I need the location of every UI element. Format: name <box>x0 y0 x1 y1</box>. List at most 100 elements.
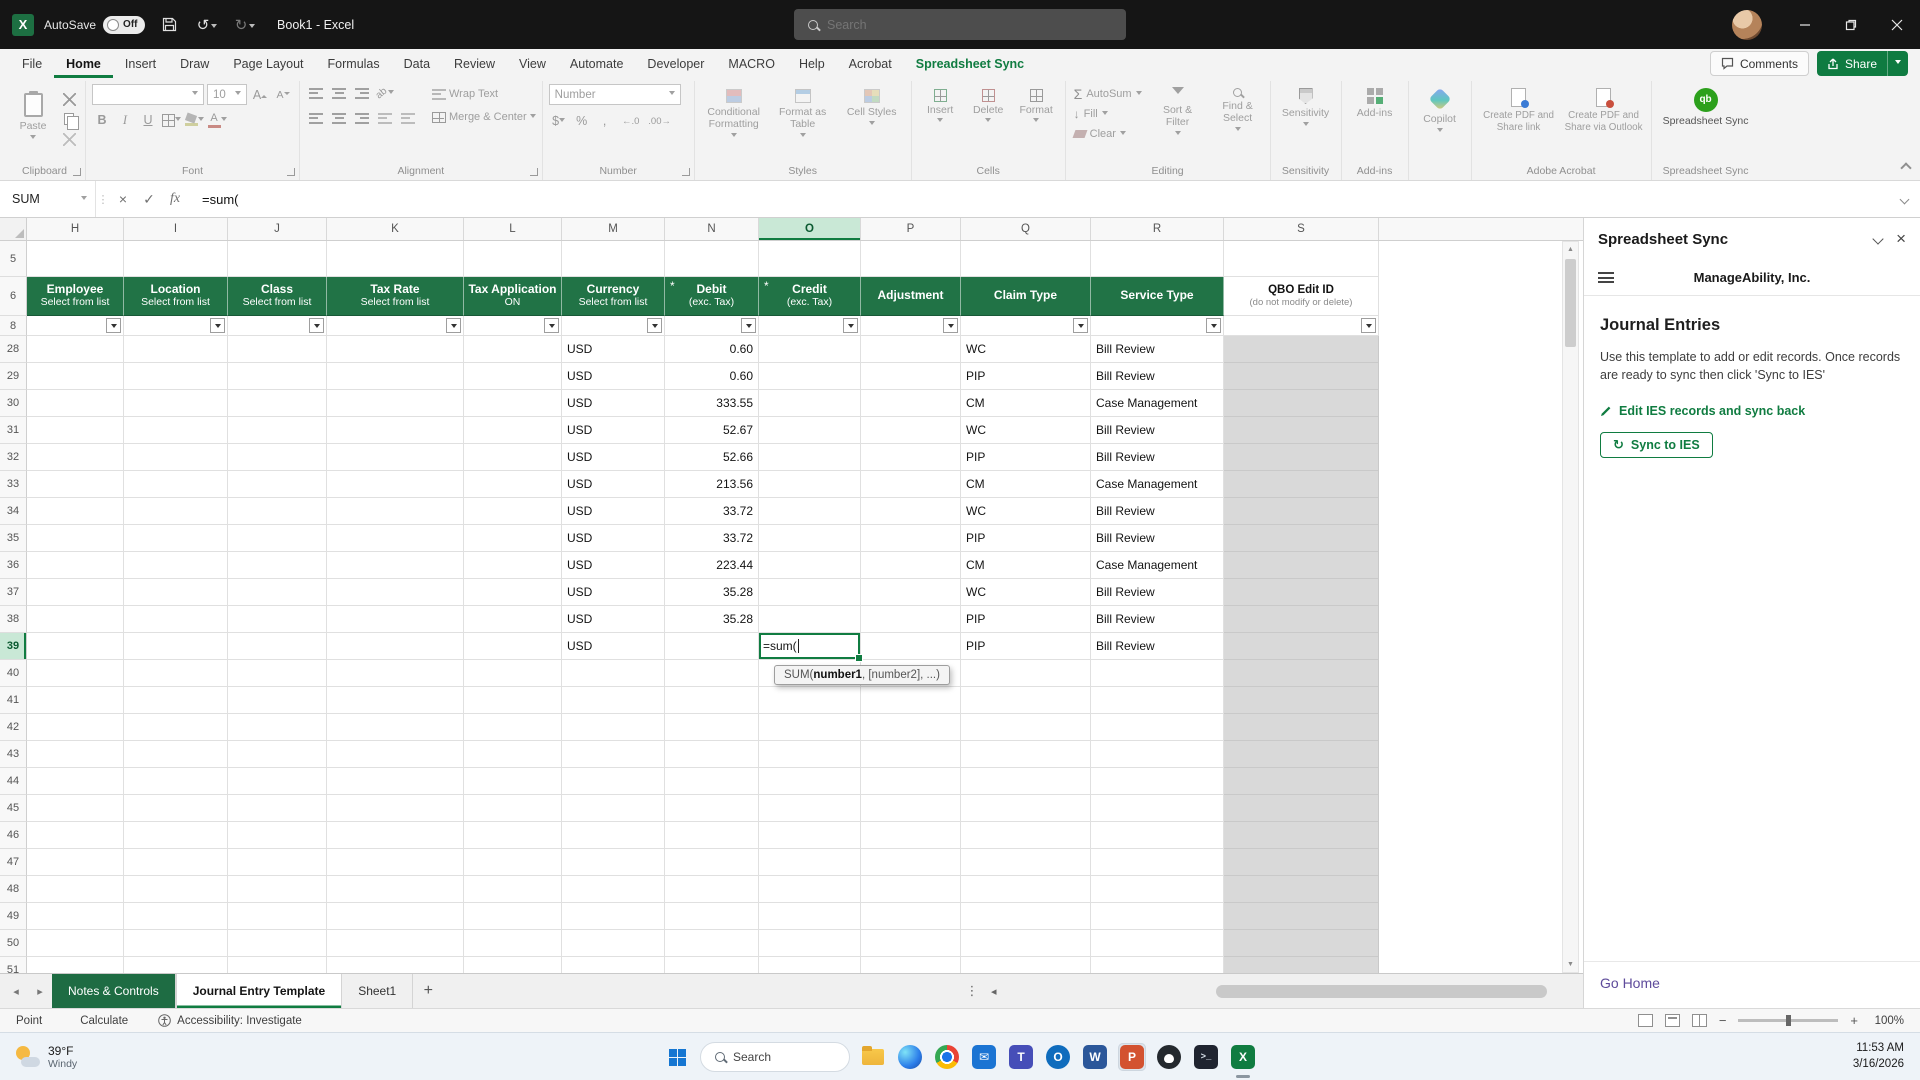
paste-button[interactable]: Paste <box>10 89 56 143</box>
cell-P34[interactable] <box>861 498 961 525</box>
cell-L50[interactable] <box>464 930 562 957</box>
delete-cells-button[interactable]: Delete <box>966 84 1011 125</box>
cancel-entry-button[interactable]: × <box>110 181 136 217</box>
weather-widget[interactable]: 39°F Windy <box>14 1044 77 1070</box>
filter-dropdown-L[interactable] <box>544 318 559 333</box>
cell-S32[interactable] <box>1224 444 1379 471</box>
column-header-O[interactable]: O <box>759 218 861 240</box>
dialog-launcher-icon[interactable] <box>73 168 81 176</box>
column-header-J[interactable]: J <box>228 218 327 240</box>
cell-L42[interactable] <box>464 714 562 741</box>
cell-R48[interactable] <box>1091 876 1224 903</box>
cell-O5[interactable] <box>759 241 861 277</box>
row-header-51[interactable]: 51 <box>0 957 27 973</box>
cell-O35[interactable] <box>759 525 861 552</box>
cell-Q28[interactable]: WC <box>961 336 1091 363</box>
start-button[interactable] <box>663 1043 691 1071</box>
page-layout-view-button[interactable] <box>1664 1014 1680 1027</box>
cell-R33[interactable]: Case Management <box>1091 471 1224 498</box>
close-pane-icon[interactable]: × <box>1896 229 1906 249</box>
sort-filter-button[interactable]: Sort & Filter <box>1152 84 1204 144</box>
filter-dropdown-K[interactable] <box>446 318 461 333</box>
cell-N48[interactable] <box>665 876 759 903</box>
template-header-J[interactable]: Class Select from list <box>228 277 327 316</box>
cell-H49[interactable] <box>27 903 124 930</box>
italic-button[interactable]: I <box>115 111 135 129</box>
ribbon-tab-help[interactable]: Help <box>787 52 837 78</box>
row-header-49[interactable]: 49 <box>0 903 27 930</box>
cell-I28[interactable] <box>124 336 228 363</box>
cell-S51[interactable] <box>1224 957 1379 973</box>
column-header-H[interactable]: H <box>27 218 124 240</box>
cell-Q30[interactable]: CM <box>961 390 1091 417</box>
clock[interactable]: 11:53 AM 3/16/2026 <box>1853 1041 1904 1072</box>
column-header-N[interactable]: N <box>665 218 759 240</box>
cell-N49[interactable] <box>665 903 759 930</box>
autosave-toggle[interactable]: AutoSave Off <box>44 15 146 34</box>
ribbon-tab-draw[interactable]: Draw <box>168 52 221 78</box>
cell-M47[interactable] <box>562 849 665 876</box>
cell-S28[interactable] <box>1224 336 1379 363</box>
column-header-K[interactable]: K <box>327 218 464 240</box>
cell-J37[interactable] <box>228 579 327 606</box>
row-header-37[interactable]: 37 <box>0 579 27 606</box>
filter-dropdown-M[interactable] <box>647 318 662 333</box>
cell-J39[interactable] <box>228 633 327 660</box>
cell-S45[interactable] <box>1224 795 1379 822</box>
formula-bar-handle[interactable]: ⋮ <box>96 181 110 217</box>
cell-H29[interactable] <box>27 363 124 390</box>
copy-button[interactable] <box>59 110 79 130</box>
grow-font-button[interactable]: A <box>250 86 270 104</box>
cell-N28[interactable]: 0.60 <box>665 336 759 363</box>
create-pdf-share-outlook-button[interactable]: Create PDF and Share via Outlook <box>1563 84 1645 134</box>
filter-dropdown-N[interactable] <box>741 318 756 333</box>
cell-L43[interactable] <box>464 741 562 768</box>
cell-H41[interactable] <box>27 687 124 714</box>
cell-M45[interactable] <box>562 795 665 822</box>
mail-icon[interactable]: ✉ <box>970 1043 998 1071</box>
filter-dropdown-O[interactable] <box>843 318 858 333</box>
powerpoint-icon[interactable]: P <box>1118 1043 1146 1071</box>
cell-R32[interactable]: Bill Review <box>1091 444 1224 471</box>
cell-H40[interactable] <box>27 660 124 687</box>
template-header-H[interactable]: Employee Select from list <box>27 277 124 316</box>
github-icon[interactable] <box>1155 1043 1183 1071</box>
sheet-nav-right-icon[interactable]: ▸ <box>28 974 52 1008</box>
autosave-switch[interactable]: Off <box>103 15 146 34</box>
cell-J38[interactable] <box>228 606 327 633</box>
cell-I40[interactable] <box>124 660 228 687</box>
increase-decimal-button[interactable]: ←.0 <box>618 112 644 130</box>
cell-H31[interactable] <box>27 417 124 444</box>
cell-K30[interactable] <box>327 390 464 417</box>
cell-P29[interactable] <box>861 363 961 390</box>
ribbon-tab-data[interactable]: Data <box>392 52 442 78</box>
cell-O36[interactable] <box>759 552 861 579</box>
format-painter-button[interactable] <box>59 130 79 148</box>
cell-L35[interactable] <box>464 525 562 552</box>
cell-Q32[interactable]: PIP <box>961 444 1091 471</box>
ribbon-tab-file[interactable]: File <box>10 52 54 78</box>
cell-R41[interactable] <box>1091 687 1224 714</box>
cell-K32[interactable] <box>327 444 464 471</box>
cell-L28[interactable] <box>464 336 562 363</box>
cell-O29[interactable] <box>759 363 861 390</box>
sheet-tab-notes-controls[interactable]: Notes & Controls <box>52 974 176 1008</box>
align-right-button[interactable] <box>352 109 372 127</box>
cell-Q5[interactable] <box>961 241 1091 277</box>
align-center-button[interactable] <box>329 109 349 127</box>
cell-M51[interactable] <box>562 957 665 973</box>
cell-N31[interactable]: 52.67 <box>665 417 759 444</box>
cell-I39[interactable] <box>124 633 228 660</box>
cell-I5[interactable] <box>124 241 228 277</box>
cell-J49[interactable] <box>228 903 327 930</box>
ribbon-tab-acrobat[interactable]: Acrobat <box>837 52 904 78</box>
cell-L51[interactable] <box>464 957 562 973</box>
filter-dropdown-I[interactable] <box>210 318 225 333</box>
cell-L29[interactable] <box>464 363 562 390</box>
cell-R44[interactable] <box>1091 768 1224 795</box>
cell-M37[interactable]: USD <box>562 579 665 606</box>
cell-R31[interactable]: Bill Review <box>1091 417 1224 444</box>
filter-dropdown-P[interactable] <box>943 318 958 333</box>
row-header-34[interactable]: 34 <box>0 498 27 525</box>
cell-L30[interactable] <box>464 390 562 417</box>
